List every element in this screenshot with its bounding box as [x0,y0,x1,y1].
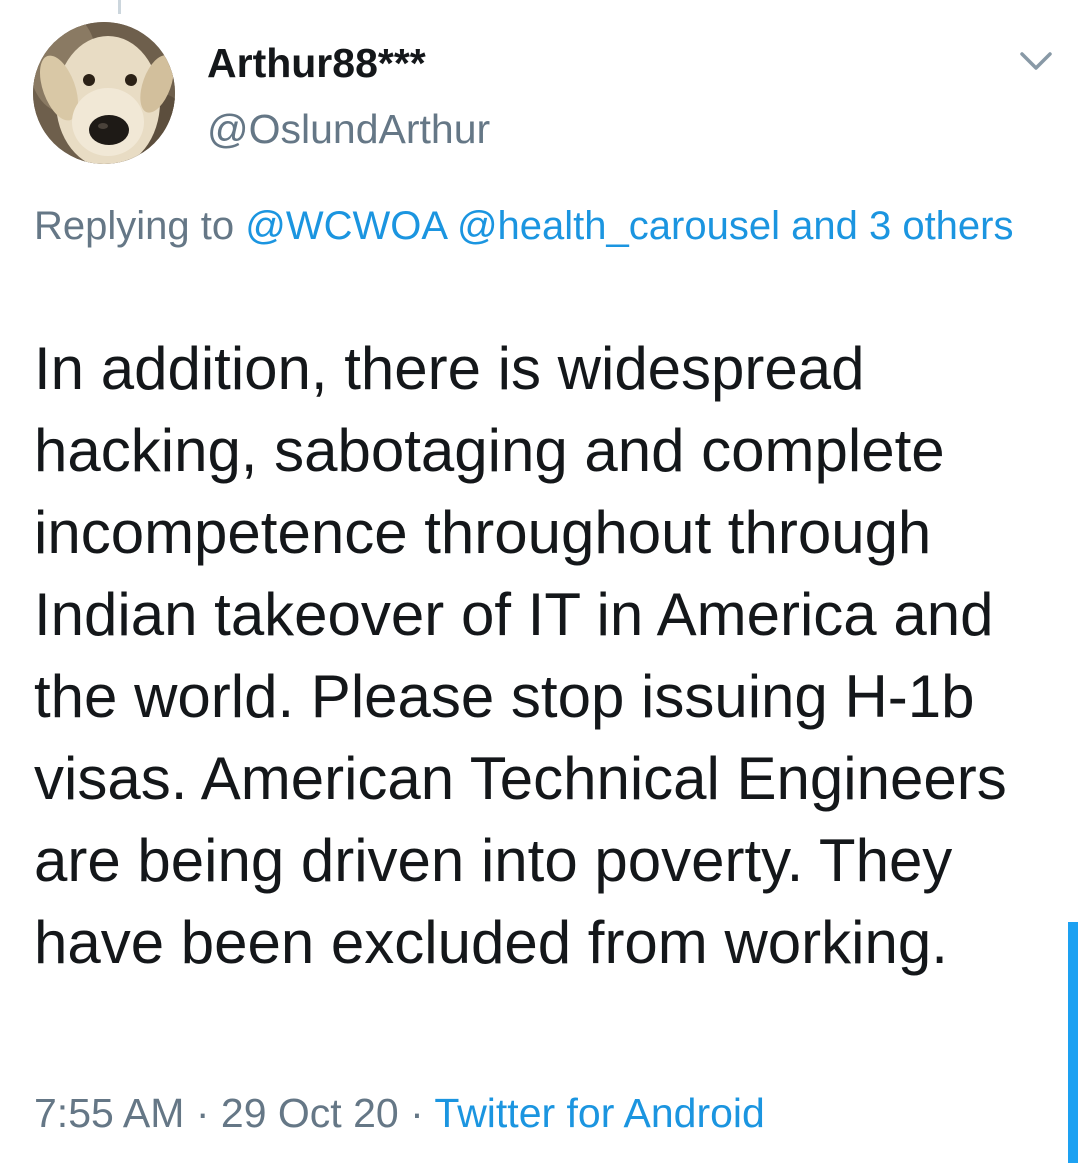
display-name[interactable]: Arthur88*** [207,40,426,87]
tweet-date: 29 Oct 20 [220,1090,399,1136]
mention-others[interactable]: and 3 others [791,204,1013,248]
meta-separator: · [195,1090,210,1136]
scroll-indicator[interactable] [1068,922,1078,1163]
meta-separator: · [410,1090,424,1136]
tweet-time: 7:55 AM [34,1090,185,1136]
dog-avatar-icon [33,22,175,164]
tweet-meta: 7:55 AM · 29 Oct 20 · Twitter for Androi… [34,1090,765,1137]
tweet-source-link[interactable]: Twitter for Android [434,1090,764,1136]
replying-to: Replying to @WCWOA @health_carousel and … [34,196,1034,256]
user-handle[interactable]: @OslundArthur [207,106,490,153]
avatar[interactable] [33,22,175,164]
tweet-text: In addition, there is widespread hacking… [34,335,1027,976]
mention-health-carousel[interactable]: @health_carousel [457,204,780,248]
replying-to-prefix: Replying to [34,204,246,248]
thread-connector-line [118,0,121,14]
mention-wcwoa[interactable]: @WCWOA [245,204,446,248]
chevron-down-icon[interactable] [1016,46,1056,76]
